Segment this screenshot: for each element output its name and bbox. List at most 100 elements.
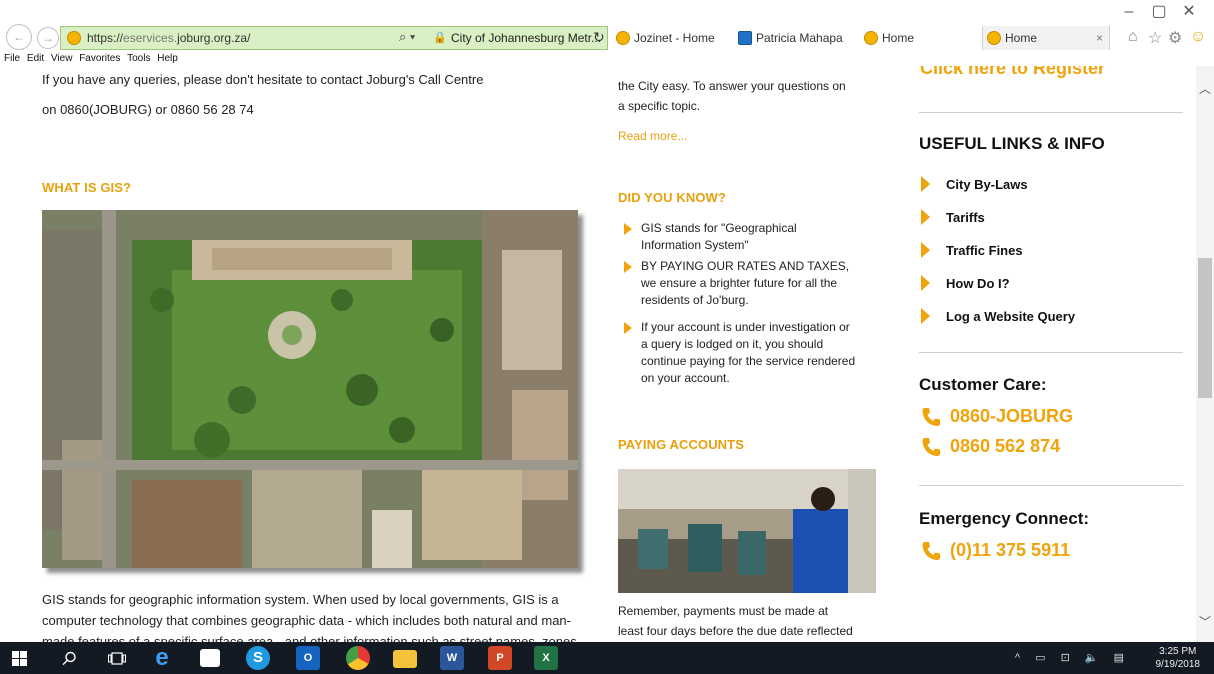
back-arrow-icon: ← [13,30,25,44]
read-more-link[interactable]: Read more... [618,129,687,143]
search-icon[interactable]: ⌕ ▾ [399,29,415,45]
scroll-up-arrow-icon[interactable]: ︿ [1199,80,1211,97]
link-how-do-i[interactable]: How Do I? [946,276,1010,291]
menu-help[interactable]: Help [157,52,178,66]
link-log-website-query[interactable]: Log a Website Query [946,309,1075,324]
divider [919,352,1183,353]
home-icon[interactable]: ⌂ [1128,28,1138,46]
outlook-favicon-icon [738,31,752,45]
bullet-arrow-icon [921,242,930,258]
windows-start-icon[interactable] [12,651,27,666]
fact-line: residents of Jo'burg. [641,293,749,307]
refresh-icon[interactable]: ↻ [593,29,605,46]
did-you-know-heading: DID YOU KNOW? [618,190,726,205]
intro-text-line1: the City easy. To answer your questions … [618,79,846,93]
joburg-favicon-icon [864,31,878,45]
store-icon[interactable] [200,649,220,667]
fact-line: we ensure a brighter future for all the [641,276,838,290]
phone-number-joburg[interactable]: 0860-JOBURG [950,406,1073,427]
menu-edit[interactable]: Edit [27,52,44,66]
minimize-button[interactable]: – [1114,2,1144,22]
search-icon[interactable] [62,651,77,666]
page-scrollbar[interactable]: ︿ ﹀ [1196,66,1214,642]
outlook-icon[interactable]: O [296,646,320,670]
joburg-favicon-icon [67,31,81,45]
customer-care-heading: Customer Care: [919,375,1047,394]
clock[interactable]: 3:25 PM 9/19/2018 [1156,645,1201,671]
browser-chrome: – ▢ ✕ ← → https://eservices.joburg.org.z… [0,0,1214,52]
payment-text-line2: least four days before the due date refl… [618,624,853,638]
page-content: If you have any queries, please don't he… [0,66,1196,642]
fact-line: If your account is under investigation o… [641,320,850,334]
bullet-arrow-icon [624,261,632,273]
phone-number-main[interactable]: 0860 562 874 [950,436,1060,457]
aerial-photo-illustration [42,210,578,568]
settings-gear-icon[interactable]: ⚙ [1168,28,1182,48]
forward-arrow-icon: → [42,31,54,45]
fact-line: continue paying for the service rendered [641,354,856,368]
task-view-icon[interactable] [108,652,126,665]
word-icon[interactable]: W [440,646,464,670]
queries-text-line2: on 0860(JOBURG) or 0860 56 28 74 [42,102,254,117]
file-explorer-icon[interactable] [393,650,417,668]
smiley-feedback-icon[interactable]: ☺ [1190,28,1206,46]
aerial-city-photo [42,210,578,568]
system-tray-icons[interactable]: ^ ▭ ⊡ 🔈 ▤ [1015,651,1130,664]
gis-body-line3: made features of a specific surface area… [42,634,577,642]
menu-file[interactable]: File [4,52,20,66]
divider [919,485,1183,486]
gis-heading: WHAT IS GIS? [42,180,132,195]
bullet-arrow-icon [921,209,930,225]
clock-time: 3:25 PM [1159,646,1197,657]
link-tariffs[interactable]: Tariffs [946,210,985,225]
menu-bar: File Edit View Favorites Tools Help [0,52,1214,66]
bullet-arrow-icon [624,322,632,334]
fact-line: a query is lodged on it, you should [641,337,824,351]
close-tab-icon[interactable]: × [1096,26,1103,50]
skype-icon[interactable]: S [246,646,270,670]
phone-icon [922,542,940,560]
lock-icon[interactable]: 🔒 [433,31,447,44]
close-window-button[interactable]: ✕ [1174,2,1204,22]
bullet-arrow-icon [921,308,930,324]
tab-home-active[interactable]: Home × [982,26,1110,50]
address-bar[interactable]: https://eservices.joburg.org.za/ ⌕ ▾ 🔒 C… [60,26,608,50]
fact-line: on your account. [641,371,730,385]
tab-patricia-mahapa[interactable]: Patricia Mahapa [734,26,856,50]
menu-favorites[interactable]: Favorites [79,52,120,66]
url-scheme: https:// [87,31,124,45]
intro-text-line2: a specific topic. [618,99,701,113]
tab-jozinet[interactable]: Jozinet - Home [612,26,730,50]
fact-line: Information System" [641,238,749,252]
tab-label: Jozinet - Home [634,31,715,45]
link-city-by-laws[interactable]: City By-Laws [946,177,1028,192]
scroll-down-arrow-icon[interactable]: ﹀ [1199,613,1211,630]
payment-hall-photo [618,469,876,593]
fact-line: GIS stands for "Geographical [641,221,797,235]
queries-text-line1: If you have any queries, please don't he… [42,72,484,87]
payment-hall-illustration [618,469,876,593]
forward-button[interactable]: → [37,27,59,49]
menu-view[interactable]: View [51,52,73,66]
phone-number-emergency[interactable]: (0)11 375 5911 [950,540,1070,561]
ie-browser-icon[interactable]: e [150,646,174,670]
url-text[interactable]: https://eservices.joburg.org.za/ [87,31,250,45]
register-link[interactable]: Click here to Register [920,66,1105,79]
excel-icon[interactable]: X [534,646,558,670]
divider [919,112,1183,113]
maximize-button[interactable]: ▢ [1144,2,1174,22]
back-button[interactable]: ← [6,24,32,50]
payment-text-line1: Remember, payments must be made at [618,604,829,618]
site-identity[interactable]: City of Johannesburg Metr... [451,31,601,45]
paying-accounts-heading: PAYING ACCOUNTS [618,437,744,452]
url-subdomain: eservices. [123,31,178,45]
link-traffic-fines[interactable]: Traffic Fines [946,243,1023,258]
tab-label: Home [882,31,915,45]
fact-1: GIS stands for "Geographical Information… [641,220,797,254]
powerpoint-icon[interactable]: P [488,646,512,670]
tab-home[interactable]: Home [860,26,978,50]
menu-tools[interactable]: Tools [127,52,150,66]
favorites-star-icon[interactable]: ☆ [1148,28,1162,48]
scrollbar-thumb[interactable] [1198,258,1212,398]
chrome-icon[interactable] [346,646,370,670]
